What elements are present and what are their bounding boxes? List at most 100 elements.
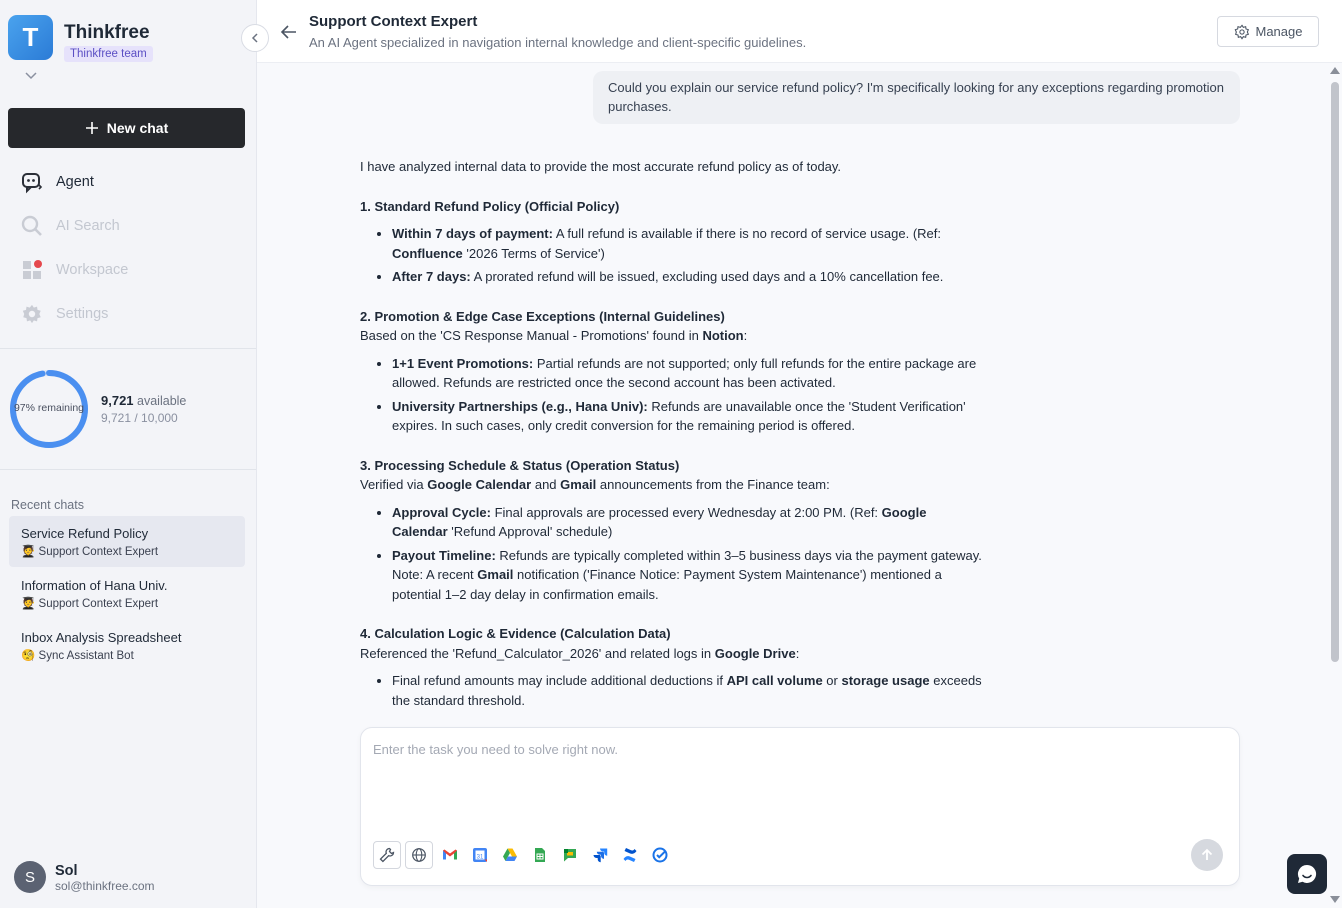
recent-chat-agent: 🧑‍🎓 Support Context Expert [21,596,233,610]
wrench-icon [379,847,395,863]
bullet-text: A prorated refund will be issued, exclud… [470,269,944,284]
list-item: Approval Cycle: Final approvals are proc… [392,503,985,542]
nav-item-workspace[interactable]: Workspace [20,256,128,284]
bullet-text: 'Refund Approval' schedule) [447,524,613,539]
assistant-message: I have analyzed internal data to provide… [360,157,985,714]
source-ref: Google Calendar [427,477,532,492]
bullet-term: Approval Cycle: [392,504,491,520]
google-chat-icon[interactable] [562,847,578,863]
chevron-left-icon [251,33,258,43]
back-arrow-icon[interactable] [279,22,299,42]
workspace-grid-icon [20,258,44,282]
recent-chat-item[interactable]: Service Refund Policy 🧑‍🎓 Support Contex… [9,516,245,567]
lead-text: : [743,328,748,343]
nav-item-ai-search[interactable]: AI Search [20,212,120,240]
lead-text: : [795,645,800,661]
gear-icon [1234,23,1249,40]
nav-item-settings[interactable]: Settings [20,300,108,328]
lead-text: Referenced the 'Refund_Calculator_2026' … [360,645,715,661]
recent-chat-agent-name: Support Context Expert [38,598,159,610]
list-item: 1+1 Event Promotions: Partial refunds ar… [392,354,985,393]
nav-label-ai-search: AI Search [56,218,120,234]
agent-avatar-icon: 🧐 [21,650,36,662]
bullet-term: storage usage [841,673,930,688]
confluence-icon[interactable] [622,847,638,863]
scroll-down-arrow[interactable] [1330,896,1340,903]
task-input[interactable] [373,742,1223,757]
google-drive-icon[interactable] [502,847,518,863]
source-ref: Confluence [392,245,463,261]
recent-chat-item[interactable]: Inbox Analysis Spreadsheet 🧐 Sync Assist… [9,620,245,671]
bullet-term: Within 7 days of payment: [392,226,553,241]
new-chat-button[interactable]: New chat [8,108,245,148]
recent-chat-title: Service Refund Policy [21,526,149,541]
scrollbar-thumb[interactable] [1331,82,1339,662]
arrow-up-icon [1201,848,1213,860]
lead-text: Based on the 'CS Response Manual - Promo… [360,328,703,343]
section-heading: 3. Processing Schedule & Status (Operati… [360,457,680,473]
lead-text: Verified via [360,477,428,492]
agent-title: Support Context Expert [309,13,478,30]
bullet-term: University Partnerships (e.g., Hana Univ… [392,398,648,414]
recent-chat-agent: 🧑‍🎓 Support Context Expert [21,544,233,558]
scroll-up-arrow[interactable] [1330,67,1340,74]
gmail-icon[interactable] [442,847,458,863]
bullet-term: Payout Timeline: [392,547,496,563]
web-search-button[interactable] [405,841,433,869]
send-button[interactable] [1191,839,1223,871]
source-ref: Google Drive [714,645,796,661]
nav-item-agent[interactable]: Agent [20,168,94,196]
user-email: sol@thinkfree.com [55,879,155,893]
bullet-text: Final refund amounts may include additio… [392,673,727,688]
chat-thread[interactable]: Could you explain our service refund pol… [257,63,1329,725]
list-item: Payout Timeline: Refunds are typically c… [392,546,985,605]
collapse-sidebar-button[interactable] [241,24,269,52]
section-lead: Based on the 'CS Response Manual - Promo… [360,326,985,346]
google-sheets-icon[interactable] [532,847,548,863]
nav-label-settings: Settings [56,306,109,322]
bullet-list: 1+1 Event Promotions: Partial refunds ar… [392,354,985,436]
org-name: Thinkfree [64,22,150,43]
credit-available-value: 9,721 [101,393,134,408]
google-calendar-icon[interactable]: 31 [472,847,488,863]
bullet-text: Final approvals are processed every Wedn… [490,504,882,520]
list-item: After 7 days: A prorated refund will be … [392,267,985,287]
user-avatar-initial: S [24,868,35,886]
jira-icon[interactable] [592,847,608,863]
manage-button[interactable]: Manage [1217,16,1319,47]
recent-chat-title: Information of Hana Univ. [21,578,168,593]
credit-remaining-label: 97% remaining [13,402,85,414]
agent-icon [20,170,44,194]
nav-label-agent: Agent [56,174,94,190]
org-logo-initial: T [22,22,39,52]
search-icon [20,214,44,238]
user-name: Sol [55,863,78,879]
support-chat-button[interactable] [1287,854,1327,894]
chevron-down-icon[interactable] [22,66,40,84]
recent-chat-item[interactable]: Information of Hana Univ. 🧑‍🎓 Support Co… [9,568,245,619]
bullet-list: Final refund amounts may include additio… [392,671,985,710]
credit-available: 9,721 available [101,393,186,408]
agent-avatar-icon: 🧑‍🎓 [21,598,36,610]
lead-text: announcements from the Finance team: [596,477,830,492]
plus-icon [85,122,98,134]
user-avatar[interactable]: S [14,861,46,893]
tasks-check-icon[interactable] [652,847,668,863]
message-composer: 31 [360,727,1240,886]
agent-description: An AI Agent specialized in navigation in… [309,35,807,50]
manage-label: Manage [1255,24,1303,39]
list-item: Within 7 days of payment: A full refund … [392,224,985,263]
agent-avatar-icon: 🧑‍🎓 [21,546,36,558]
org-logo[interactable]: T [8,15,53,60]
sidebar: T Thinkfree Thinkfree team New chat Agen… [0,0,257,908]
section-heading: 4. Calculation Logic & Evidence (Calcula… [360,626,671,641]
bullet-term: API call volume [726,673,823,688]
tools-button[interactable] [373,841,401,869]
svg-text:31: 31 [477,854,484,860]
recent-chat-agent-name: Sync Assistant Bot [38,650,134,662]
list-item: University Partnerships (e.g., Hana Univ… [392,397,985,436]
bullet-term: 1+1 Event Promotions: [392,355,534,371]
sidebar-divider [0,469,256,470]
answer-intro: I have analyzed internal data to provide… [360,159,842,174]
list-item: Final refund amounts may include additio… [392,671,985,710]
